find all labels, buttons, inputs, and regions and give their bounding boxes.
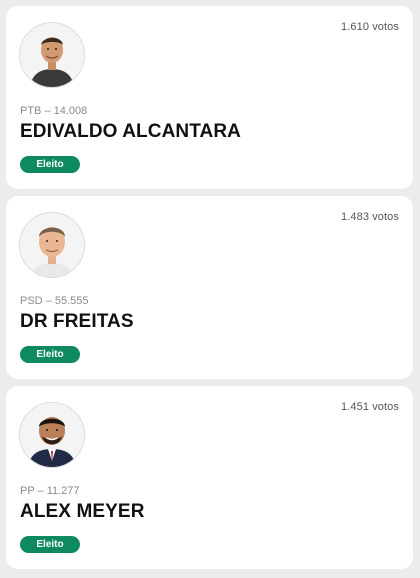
party-number: PP – 11.277 xyxy=(20,485,80,497)
party-number: PTB – 14.008 xyxy=(20,105,88,117)
candidate-name: EDIVALDO ALCANTARA xyxy=(20,121,241,142)
candidate-portrait-icon xyxy=(20,403,84,467)
candidate-card[interactable]: 1.610 votos PTB – 14.008 EDIVALDO ALCANT… xyxy=(6,6,413,189)
candidate-results-list: 1.610 votos PTB – 14.008 EDIVALDO ALCANT… xyxy=(0,0,420,578)
party-number: PSD – 55.555 xyxy=(20,295,89,307)
candidate-photo xyxy=(19,402,85,468)
candidate-portrait-icon xyxy=(20,23,84,87)
status-badge: Eleito xyxy=(20,536,80,553)
candidate-card[interactable]: 1.483 votos PSD – 55.555 DR FREITAS Elei… xyxy=(6,196,413,379)
candidate-photo xyxy=(19,212,85,278)
status-badge: Eleito xyxy=(20,346,80,363)
vote-count: 1.451 votos xyxy=(341,401,399,413)
vote-count: 1.483 votos xyxy=(341,211,399,223)
candidate-name: DR FREITAS xyxy=(20,311,134,332)
candidate-photo xyxy=(19,22,85,88)
candidate-name: ALEX MEYER xyxy=(20,501,145,522)
candidate-card[interactable]: 1.451 votos PP – 11.277 ALEX MEYER Eleit… xyxy=(6,386,413,569)
vote-count: 1.610 votos xyxy=(341,21,399,33)
candidate-portrait-icon xyxy=(20,213,84,277)
status-badge: Eleito xyxy=(20,156,80,173)
